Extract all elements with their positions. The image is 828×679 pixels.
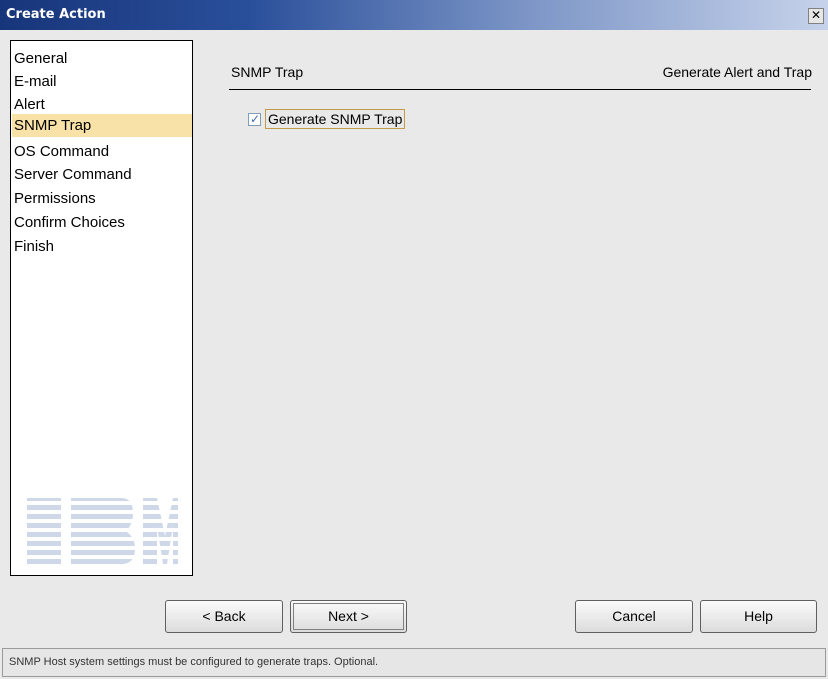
section-subtitle: Generate Alert and Trap (662, 64, 812, 80)
section-divider (229, 89, 811, 90)
generate-snmp-trap-checkbox[interactable]: ✓ (248, 112, 261, 126)
nav-item-confirm-choices[interactable]: Confirm Choices (12, 211, 192, 234)
cancel-button[interactable]: Cancel (575, 600, 693, 633)
close-icon[interactable]: ✕ (808, 8, 824, 24)
nav-item-server-command[interactable]: Server Command (12, 163, 192, 186)
nav-item-general[interactable]: General (12, 47, 192, 70)
nav-item-email[interactable]: E-mail (12, 70, 192, 93)
back-button[interactable]: < Back (165, 600, 283, 633)
generate-snmp-trap-label[interactable]: Generate SNMP Trap (265, 109, 406, 129)
title-bar[interactable]: Create Action ✕ (0, 0, 828, 30)
next-button[interactable]: Next > (290, 600, 407, 633)
nav-item-alert[interactable]: Alert (12, 93, 192, 116)
nav-item-finish[interactable]: Finish (12, 235, 192, 258)
wizard-step-list: General E-mail Alert SNMP Trap OS Comman… (10, 40, 193, 576)
create-action-dialog: Create Action ✕ General E-mail Alert SNM… (0, 0, 828, 679)
help-button[interactable]: Help (700, 600, 817, 633)
checkmark-icon: ✓ (250, 112, 261, 126)
ibm-logo (25, 496, 180, 566)
nav-item-snmp-trap[interactable]: SNMP Trap (12, 114, 192, 137)
nav-item-permissions[interactable]: Permissions (12, 187, 192, 210)
status-text: SNMP Host system settings must be config… (9, 656, 379, 668)
nav-item-os-command[interactable]: OS Command (12, 140, 192, 163)
window-title: Create Action (6, 7, 106, 22)
section-title: SNMP Trap (231, 64, 304, 80)
status-bar: SNMP Host system settings must be config… (2, 648, 826, 677)
